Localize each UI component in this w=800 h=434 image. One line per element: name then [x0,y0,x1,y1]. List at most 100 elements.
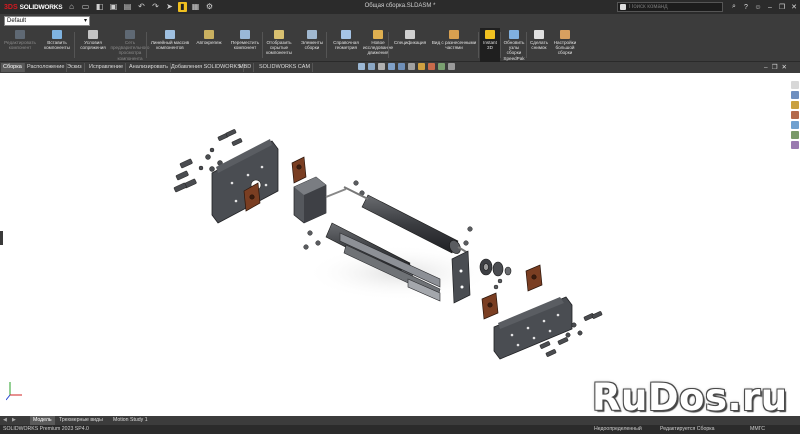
ribbon-button-label: Элементы сборки [300,40,324,51]
brand-solidworks: SOLIDWORKS [19,3,63,11]
quick-access-toolbar: ⌂ ▭ ◧ ▣ ▤ ↶ ↷ ➤ ▮ ▦ ⚙ [66,2,215,12]
mate-icon [88,30,98,39]
solidworks-resources-icon[interactable] [791,81,799,89]
ribbon-button-0[interactable]: Редактировать компонент [2,28,38,62]
solidworks-logo[interactable]: 3DS SOLIDWORKS [0,0,63,14]
stepper-motor [293,176,347,224]
design-library-icon[interactable] [791,91,799,99]
command-tab[interactable]: MBD [237,63,255,72]
select-arrow-icon[interactable]: ➤ [164,2,175,12]
feature-tree-toggle[interactable] [0,231,3,245]
command-tab[interactable]: Расположение [25,63,68,72]
forum-icon[interactable] [791,141,799,149]
status-units[interactable]: MMГС [750,425,765,434]
exploded-view-icon [449,30,459,39]
large-assembly-icon [560,30,570,39]
print-icon[interactable]: ▤ [122,2,133,12]
ribbon-button-4[interactable]: Линейный массив компонентов [150,28,190,62]
ribbon-button-label: Условия сопряжения [80,40,106,51]
ribbon-button-label: Редактировать компонент [4,40,36,51]
new-document-icon[interactable]: ▭ [80,2,91,12]
ribbon-button-6[interactable]: Переместить компонент [228,28,262,62]
file-properties-icon[interactable]: ▦ [190,2,201,12]
show-hidden-icon [274,30,284,39]
right-comb-plate [493,296,573,360]
appearances-icon[interactable] [791,121,799,129]
status-bar: SOLIDWORKS Premium 2023 SP4.0 Недоопреде… [0,425,800,434]
save-icon[interactable]: ▣ [108,2,119,12]
ribbon-button-13[interactable]: Instant 3D [480,28,500,62]
doc-close-icon[interactable]: ✕ [781,63,786,72]
hide-show-items-icon[interactable] [418,63,425,70]
view-settings-icon[interactable] [448,63,455,70]
bottom-tab[interactable]: Модель [30,416,55,425]
close-icon[interactable]: ✕ [788,3,800,11]
title-bar: 3DS SOLIDWORKS ⌂ ▭ ◧ ▣ ▤ ↶ ↷ ➤ ▮ ▦ ⚙ Общ… [0,0,800,14]
user-icon[interactable]: ☺ [752,4,764,11]
status-editing: Редактируется Сборка [660,426,715,432]
ribbon-button-3[interactable]: Сеть предварительного просмотра компонен… [111,28,150,62]
search-scope-icon[interactable] [620,4,626,10]
command-tab[interactable]: Эскиз [65,63,85,72]
ribbon-button-16[interactable]: Настройки большой сборки [552,28,578,62]
ribbon-button-2[interactable]: Условия сопряжения [76,28,110,62]
rebuild-icon[interactable]: ▮ [178,2,187,12]
file-explorer-icon[interactable] [791,101,799,109]
command-tab[interactable]: Добавления SOLIDWORKS [169,63,244,72]
custom-properties-icon[interactable] [791,131,799,139]
previous-view-icon[interactable] [378,63,385,70]
ribbon-button-7[interactable]: Отобразить скрытые компоненты [264,28,294,62]
view-palette-icon[interactable] [791,111,799,119]
tab-scroll-right-icon[interactable]: ▶ [12,416,16,425]
exploded-assembly-model[interactable] [0,73,800,416]
ribbon-button-5[interactable]: Автокрепеж [192,28,226,62]
graphics-area[interactable] [0,73,800,416]
doc-minimize-icon[interactable]: – [764,63,768,72]
home-icon[interactable]: ⌂ [66,2,77,12]
help-icon[interactable]: ? [740,4,752,11]
search-commands[interactable] [617,2,723,12]
ribbon-button-label: Линейный массив компонентов [150,40,190,51]
open-icon[interactable]: ◧ [94,2,105,12]
edit-appearance-icon[interactable] [428,63,435,70]
brand-ds: 3DS [4,3,18,11]
command-tab[interactable]: Сборка [1,63,25,72]
bom-icon [405,30,415,39]
ribbon-button-8[interactable]: Элементы сборки [296,28,328,62]
document-window-controls: – ❐ ✕ [764,63,787,72]
undo-icon[interactable]: ↶ [136,2,147,12]
minimize-icon[interactable]: – [764,4,776,11]
ribbon-button-1[interactable]: Вставить компоненты [40,28,74,62]
ribbon-button-label: Автокрепеж [196,40,222,45]
zoom-area-icon[interactable] [368,63,375,70]
ribbon-button-label: Справочная геометрия [333,40,359,51]
doc-restore-icon[interactable]: ❐ [772,63,778,72]
search-icon[interactable]: ⌕ [728,3,740,11]
tab-scroll-left-icon[interactable]: ◀ [3,416,7,425]
ribbon-button-11[interactable]: Спецификация [392,28,428,62]
restore-icon[interactable]: ❐ [776,3,788,11]
bottom-tab[interactable]: Motion Study 1 [110,416,151,425]
bottom-tab[interactable]: Трехмерные виды [56,416,106,425]
search-input[interactable] [629,4,719,10]
preview-icon [125,30,135,39]
view-orientation-icon[interactable] [398,63,405,70]
section-view-icon[interactable] [388,63,395,70]
ribbon-button-14[interactable]: Обновить узлы сборки SpeedPak [502,28,526,62]
snapshot-icon [534,30,544,39]
display-style-icon[interactable] [408,63,415,70]
ribbon-button-12[interactable]: Вид с разнесенными частями [430,28,478,62]
configuration-select[interactable]: Default ▾ [4,16,90,26]
command-tab[interactable]: Исправление [87,63,127,72]
zoom-to-fit-icon[interactable] [358,63,365,70]
ribbon-separator [526,32,527,58]
options-gear-icon[interactable]: ⚙ [204,2,215,12]
apply-scene-icon[interactable] [438,63,445,70]
smart-fasteners-icon [204,30,214,39]
ribbon-button-15[interactable]: Сделать снимок [528,28,550,62]
ribbon-button-9[interactable]: Справочная геометрия [330,28,362,62]
configuration-value: Default [7,18,27,24]
command-tab[interactable]: Анализировать [127,63,171,72]
redo-icon[interactable]: ↷ [150,2,161,12]
command-tab[interactable]: SOLIDWORKS CAM [257,63,314,72]
